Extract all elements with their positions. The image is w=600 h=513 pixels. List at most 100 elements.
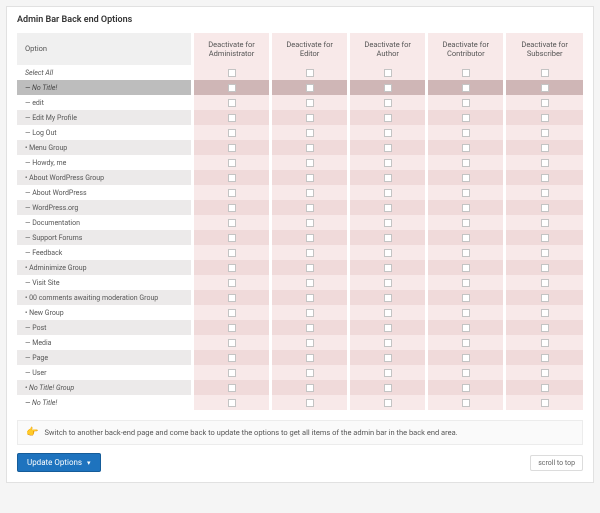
deactivate-checkbox[interactable] (228, 174, 236, 182)
deactivate-checkbox[interactable] (306, 204, 314, 212)
update-options-button[interactable]: Update Options ▾ (17, 453, 101, 472)
deactivate-checkbox[interactable] (306, 99, 314, 107)
deactivate-checkbox[interactable] (384, 99, 392, 107)
deactivate-checkbox[interactable] (541, 354, 549, 362)
deactivate-checkbox[interactable] (228, 234, 236, 242)
deactivate-checkbox[interactable] (541, 309, 549, 317)
deactivate-checkbox[interactable] (384, 129, 392, 137)
deactivate-checkbox[interactable] (462, 384, 470, 392)
deactivate-checkbox[interactable] (462, 144, 470, 152)
deactivate-checkbox[interactable] (228, 339, 236, 347)
deactivate-checkbox[interactable] (228, 294, 236, 302)
deactivate-checkbox[interactable] (462, 369, 470, 377)
deactivate-checkbox[interactable] (384, 114, 392, 122)
deactivate-checkbox[interactable] (306, 309, 314, 317)
deactivate-checkbox[interactable] (228, 354, 236, 362)
scroll-to-top-button[interactable]: scroll to top (530, 455, 583, 471)
deactivate-checkbox[interactable] (306, 189, 314, 197)
deactivate-checkbox[interactable] (462, 294, 470, 302)
deactivate-checkbox[interactable] (541, 249, 549, 257)
deactivate-checkbox[interactable] (462, 159, 470, 167)
deactivate-checkbox[interactable] (384, 399, 392, 407)
deactivate-checkbox[interactable] (384, 174, 392, 182)
deactivate-checkbox[interactable] (462, 204, 470, 212)
deactivate-checkbox[interactable] (541, 204, 549, 212)
deactivate-checkbox[interactable] (306, 324, 314, 332)
deactivate-checkbox[interactable] (541, 129, 549, 137)
deactivate-checkbox[interactable] (306, 129, 314, 137)
deactivate-checkbox[interactable] (228, 69, 236, 77)
deactivate-checkbox[interactable] (462, 339, 470, 347)
deactivate-checkbox[interactable] (384, 144, 392, 152)
deactivate-checkbox[interactable] (228, 399, 236, 407)
deactivate-checkbox[interactable] (462, 309, 470, 317)
deactivate-checkbox[interactable] (541, 324, 549, 332)
deactivate-checkbox[interactable] (462, 354, 470, 362)
deactivate-checkbox[interactable] (384, 204, 392, 212)
deactivate-checkbox[interactable] (462, 324, 470, 332)
deactivate-checkbox[interactable] (384, 294, 392, 302)
deactivate-checkbox[interactable] (306, 279, 314, 287)
deactivate-checkbox[interactable] (384, 219, 392, 227)
deactivate-checkbox[interactable] (228, 84, 236, 92)
deactivate-checkbox[interactable] (228, 249, 236, 257)
deactivate-checkbox[interactable] (384, 264, 392, 272)
deactivate-checkbox[interactable] (306, 69, 314, 77)
deactivate-checkbox[interactable] (462, 129, 470, 137)
deactivate-checkbox[interactable] (384, 189, 392, 197)
deactivate-checkbox[interactable] (306, 384, 314, 392)
deactivate-checkbox[interactable] (384, 234, 392, 242)
deactivate-checkbox[interactable] (306, 339, 314, 347)
deactivate-checkbox[interactable] (541, 369, 549, 377)
deactivate-checkbox[interactable] (541, 384, 549, 392)
deactivate-checkbox[interactable] (384, 369, 392, 377)
deactivate-checkbox[interactable] (462, 279, 470, 287)
deactivate-checkbox[interactable] (462, 174, 470, 182)
deactivate-checkbox[interactable] (228, 204, 236, 212)
deactivate-checkbox[interactable] (462, 264, 470, 272)
deactivate-checkbox[interactable] (228, 369, 236, 377)
deactivate-checkbox[interactable] (541, 84, 549, 92)
deactivate-checkbox[interactable] (306, 399, 314, 407)
deactivate-checkbox[interactable] (228, 384, 236, 392)
deactivate-checkbox[interactable] (384, 159, 392, 167)
deactivate-checkbox[interactable] (541, 279, 549, 287)
deactivate-checkbox[interactable] (384, 309, 392, 317)
deactivate-checkbox[interactable] (541, 339, 549, 347)
deactivate-checkbox[interactable] (541, 189, 549, 197)
deactivate-checkbox[interactable] (306, 294, 314, 302)
deactivate-checkbox[interactable] (228, 144, 236, 152)
deactivate-checkbox[interactable] (541, 99, 549, 107)
deactivate-checkbox[interactable] (384, 249, 392, 257)
deactivate-checkbox[interactable] (384, 279, 392, 287)
deactivate-checkbox[interactable] (384, 84, 392, 92)
deactivate-checkbox[interactable] (228, 264, 236, 272)
deactivate-checkbox[interactable] (541, 174, 549, 182)
deactivate-checkbox[interactable] (306, 369, 314, 377)
deactivate-checkbox[interactable] (306, 219, 314, 227)
deactivate-checkbox[interactable] (306, 249, 314, 257)
deactivate-checkbox[interactable] (384, 339, 392, 347)
deactivate-checkbox[interactable] (228, 309, 236, 317)
deactivate-checkbox[interactable] (306, 354, 314, 362)
deactivate-checkbox[interactable] (228, 279, 236, 287)
deactivate-checkbox[interactable] (541, 294, 549, 302)
deactivate-checkbox[interactable] (384, 384, 392, 392)
deactivate-checkbox[interactable] (541, 69, 549, 77)
deactivate-checkbox[interactable] (462, 84, 470, 92)
deactivate-checkbox[interactable] (306, 234, 314, 242)
deactivate-checkbox[interactable] (306, 144, 314, 152)
deactivate-checkbox[interactable] (306, 159, 314, 167)
deactivate-checkbox[interactable] (306, 84, 314, 92)
deactivate-checkbox[interactable] (462, 69, 470, 77)
deactivate-checkbox[interactable] (228, 114, 236, 122)
deactivate-checkbox[interactable] (462, 234, 470, 242)
deactivate-checkbox[interactable] (541, 219, 549, 227)
deactivate-checkbox[interactable] (228, 129, 236, 137)
deactivate-checkbox[interactable] (384, 354, 392, 362)
deactivate-checkbox[interactable] (541, 234, 549, 242)
deactivate-checkbox[interactable] (228, 159, 236, 167)
deactivate-checkbox[interactable] (462, 399, 470, 407)
deactivate-checkbox[interactable] (462, 99, 470, 107)
deactivate-checkbox[interactable] (306, 174, 314, 182)
